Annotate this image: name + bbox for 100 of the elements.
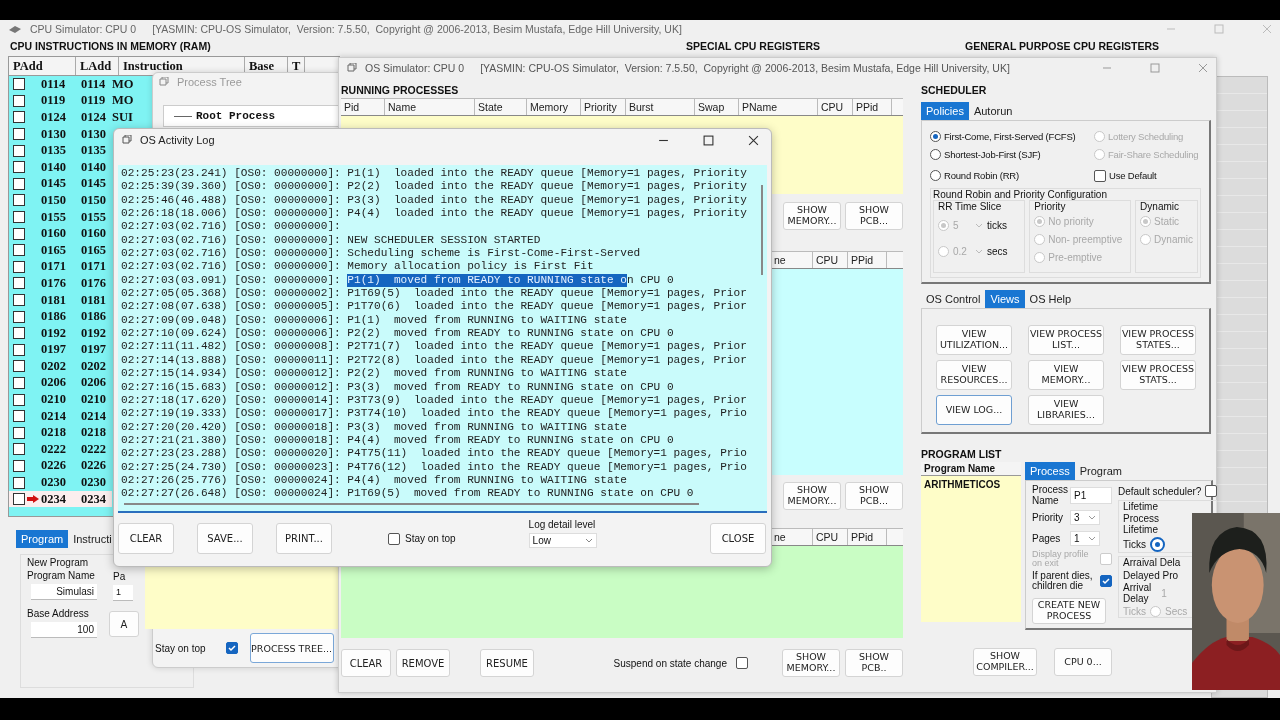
radio-button[interactable]	[930, 170, 941, 181]
create-process-button[interactable]: CREATE NEW PROCESS	[1032, 597, 1106, 624]
checkbox[interactable]	[13, 343, 25, 356]
show-button[interactable]: SHOW MEMORY...	[783, 202, 841, 230]
show-button[interactable]: SHOW MEMORY...	[782, 649, 840, 677]
tab[interactable]: Views	[985, 290, 1025, 308]
checkbox[interactable]	[13, 194, 25, 207]
checkbox[interactable]	[225, 642, 238, 654]
tab[interactable]: Program	[1074, 462, 1127, 480]
checkbox[interactable]	[13, 161, 25, 174]
table-row[interactable]: 0124 0124 SUI	[9, 109, 149, 126]
checkbox[interactable]	[13, 78, 25, 91]
radio-button[interactable]	[1149, 537, 1165, 552]
checkbox[interactable]	[13, 144, 25, 157]
table-row[interactable]: 0145 0145	[9, 175, 112, 193]
checkbox[interactable]	[13, 211, 25, 224]
log-button[interactable]: CLEAR	[118, 523, 174, 554]
process-tree-button[interactable]: PROCESS TREE...	[249, 633, 334, 663]
table-row[interactable]: 0202 0202	[9, 358, 112, 375]
table-row[interactable]: 0181 0181	[9, 291, 112, 309]
table-row[interactable]: 0150 0150	[9, 192, 112, 209]
add-button[interactable]: A	[109, 611, 139, 638]
action-button[interactable]: CLEAR	[341, 649, 391, 677]
tab[interactable]: Instructi	[68, 530, 117, 549]
table-row[interactable]: 0234 0234	[9, 490, 112, 508]
checkbox[interactable]	[13, 476, 25, 489]
table-row[interactable]: 0197 0197	[9, 341, 112, 359]
table-row[interactable]: 0176 0176	[9, 275, 112, 292]
table-row[interactable]: 0214 0214	[9, 407, 112, 425]
view-button[interactable]: VIEW PROCESS STATS...	[1120, 360, 1196, 390]
input-field[interactable]: 1	[113, 585, 133, 602]
checkbox[interactable]	[1100, 575, 1112, 588]
close-button[interactable]: CLOSE	[710, 523, 766, 554]
table-row[interactable]: 0206 0206	[9, 374, 112, 392]
show-button[interactable]: SHOW PCB...	[845, 202, 903, 230]
table-row[interactable]: 0218 0218	[9, 424, 112, 442]
checkbox[interactable]	[13, 393, 25, 406]
checkbox[interactable]	[13, 377, 25, 389]
checkbox[interactable]	[1205, 485, 1218, 497]
checkbox[interactable]	[13, 426, 25, 439]
checkbox[interactable]	[388, 532, 400, 545]
checkbox[interactable]	[13, 227, 25, 240]
tab[interactable]: OS Help	[1024, 290, 1077, 308]
checkbox[interactable]	[13, 493, 25, 506]
view-button[interactable]: VIEW RESOURCES...	[936, 360, 1012, 390]
tab[interactable]: Policies	[921, 102, 969, 120]
table-row[interactable]: 0230 0230	[9, 474, 112, 491]
dropdown[interactable]: 3	[1070, 510, 1100, 525]
view-button[interactable]: VIEW UTILIZATION...	[936, 325, 1012, 355]
table-row[interactable]: 0130 0130	[9, 125, 112, 143]
show-button[interactable]: CPU 0...	[1054, 648, 1112, 676]
checkbox[interactable]	[13, 94, 25, 107]
checkbox[interactable]	[13, 277, 25, 290]
dropdown[interactable]: Low	[528, 533, 597, 548]
maximize-icon[interactable]	[703, 134, 714, 146]
table-row[interactable]: 0119 0119 MO	[9, 92, 149, 110]
checkbox[interactable]	[13, 128, 25, 141]
table-row[interactable]: 0114 0114 MO	[9, 76, 149, 93]
table-row[interactable]: 0160 0160	[9, 225, 112, 242]
table-row[interactable]: 0155 0155	[9, 208, 112, 226]
radio-button[interactable]	[930, 148, 941, 160]
log-button[interactable]: SAVE...	[197, 523, 253, 554]
dropdown[interactable]: 1	[1070, 531, 1100, 546]
checkbox[interactable]	[1094, 169, 1106, 182]
action-button[interactable]: REMOVE	[396, 649, 450, 677]
tab[interactable]: OS Control	[921, 290, 986, 308]
tab[interactable]: Process	[1025, 462, 1075, 480]
tree-node[interactable]: Root Process	[196, 110, 276, 122]
input-field[interactable]: P1	[1070, 487, 1112, 504]
table-row[interactable]: 0186 0186	[9, 308, 112, 325]
show-button[interactable]: SHOW PCB...	[845, 482, 903, 510]
checkbox[interactable]	[13, 360, 25, 373]
radio-button[interactable]	[930, 130, 941, 142]
show-button[interactable]: SHOW MEMORY...	[783, 482, 841, 510]
input-field[interactable]: 100	[31, 622, 97, 639]
checkbox[interactable]	[13, 410, 25, 423]
show-button[interactable]: SHOW COMPILER...	[973, 648, 1037, 676]
table-row[interactable]: 0222 0222	[9, 441, 112, 458]
close-icon[interactable]	[748, 134, 759, 146]
checkbox[interactable]	[13, 244, 25, 257]
checkbox[interactable]	[13, 443, 25, 456]
list-item[interactable]: ARITHMETICOS	[921, 476, 1021, 493]
table-row[interactable]: 0210 0210	[9, 391, 112, 408]
checkbox[interactable]	[13, 177, 25, 190]
log-button[interactable]: PRINT...	[276, 523, 332, 554]
table-row[interactable]: 0140 0140	[9, 158, 112, 176]
table-row[interactable]: 0226 0226	[9, 457, 112, 475]
table-row[interactable]: 0171 0171	[9, 258, 112, 276]
view-button[interactable]: VIEW PROCESS LIST...	[1028, 325, 1104, 355]
checkbox[interactable]	[13, 310, 25, 323]
table-row[interactable]: 0192 0192	[9, 324, 112, 342]
table-row[interactable]: 0135 0135	[9, 142, 112, 159]
checkbox[interactable]	[736, 657, 748, 669]
input-field[interactable]: Simulasi	[31, 584, 97, 601]
checkbox[interactable]	[13, 459, 25, 472]
scrollbar[interactable]	[124, 503, 699, 505]
checkbox[interactable]	[13, 260, 25, 273]
view-button[interactable]: VIEW MEMORY...	[1028, 360, 1104, 390]
view-button[interactable]: VIEW PROCESS STATES...	[1120, 325, 1196, 355]
table-row[interactable]: 0165 0165	[9, 241, 112, 259]
